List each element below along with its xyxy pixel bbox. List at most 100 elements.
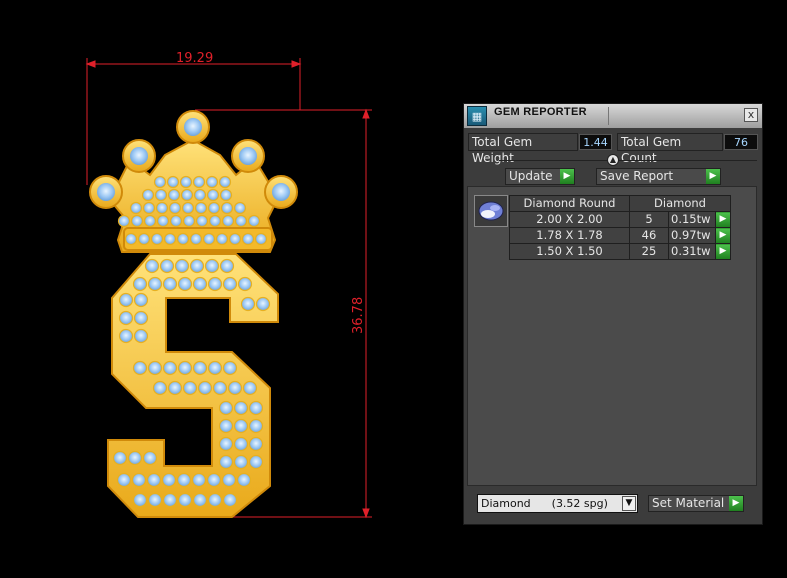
gem-stone: [222, 276, 238, 292]
gem-stone: [142, 201, 156, 215]
gem-stone: [154, 188, 168, 202]
chevron-down-icon[interactable]: ▼: [622, 496, 636, 511]
gem-stone: [207, 201, 221, 215]
gem-stone: [141, 188, 155, 202]
gem-stone: [248, 400, 264, 416]
gem-stone: [240, 296, 256, 312]
gem-stone: [127, 450, 143, 466]
gem-stone: [179, 175, 193, 189]
gem-stone: [255, 296, 271, 312]
close-button[interactable]: x: [744, 108, 758, 122]
total-gem-count-value: 76: [724, 134, 758, 150]
crown: [89, 110, 298, 253]
gem-stone: [221, 214, 235, 228]
gem-stone: [208, 214, 222, 228]
gem-weight: 0.31tw: [668, 243, 716, 260]
gem-stone: [218, 418, 234, 434]
table-row[interactable]: 1.50 X 1.50 25 0.31tw ▶: [509, 243, 731, 260]
gem-stone: [242, 380, 258, 396]
gem-stone: [143, 214, 157, 228]
row-select-icon[interactable]: ▶: [715, 243, 731, 260]
gem-stone: [233, 418, 249, 434]
gem-stone: [220, 201, 234, 215]
gem-stone: [129, 201, 143, 215]
gem-stone: [152, 380, 168, 396]
gem-stone: [233, 201, 247, 215]
gem-stone: [194, 201, 208, 215]
gem-stone: [144, 258, 160, 274]
gem-stone: [142, 450, 158, 466]
gem-stone: [116, 472, 132, 488]
gem-stone: [215, 232, 229, 246]
gem-stone: [237, 276, 253, 292]
gem-stone: [118, 328, 134, 344]
gem-stone: [202, 232, 216, 246]
gem-stone: [133, 310, 149, 326]
gem-size: 1.50 X 1.50: [509, 243, 630, 260]
gem-stone: [207, 360, 223, 376]
gem-stone: [146, 472, 162, 488]
gem-stone: [219, 258, 235, 274]
title-separator: [608, 107, 609, 125]
gem-stone: [182, 214, 196, 228]
gem-stone: [177, 276, 193, 292]
gem-stone: [189, 232, 203, 246]
gem-stone: [137, 232, 151, 246]
set-material-play-icon: ▶: [729, 496, 743, 511]
gem-stone: [192, 360, 208, 376]
save-report-play-icon: ▶: [706, 169, 720, 184]
gem-stone: [131, 472, 147, 488]
gem-stone: [147, 360, 163, 376]
gem-stone: [191, 472, 207, 488]
gem-stone: [207, 276, 223, 292]
save-report-button[interactable]: Save Report ▶: [596, 168, 721, 185]
gem-count: 25: [629, 243, 669, 260]
row-select-icon[interactable]: ▶: [715, 227, 731, 244]
gem-stone: [248, 436, 264, 452]
gem-stone: [233, 454, 249, 470]
gem-stone: [161, 472, 177, 488]
gem-stone: [192, 492, 208, 508]
gem-stone: [180, 188, 194, 202]
letter-s: [107, 253, 279, 518]
gem-stone: [182, 380, 198, 396]
gem-stone: [162, 492, 178, 508]
table-row[interactable]: 1.78 X 1.78 46 0.97tw ▶: [509, 227, 731, 244]
gem-stone: [206, 472, 222, 488]
gem-stone: [192, 276, 208, 292]
row-select-icon[interactable]: ▶: [715, 211, 731, 228]
set-material-button[interactable]: Set Material ▶: [648, 495, 744, 512]
gem-stone: [124, 232, 138, 246]
gem-stone: [197, 380, 213, 396]
gem-stone: [189, 258, 205, 274]
gem-stone: [234, 214, 248, 228]
gem-stone: [228, 232, 242, 246]
gem-stone: [133, 328, 149, 344]
gem-stone: [222, 360, 238, 376]
gem-size: 1.78 X 1.78: [509, 227, 630, 244]
gem-stone: [206, 188, 220, 202]
gem-stone: [207, 492, 223, 508]
material-select[interactable]: Diamond (3.52 spg) ▼: [477, 494, 638, 513]
gem-stone: [167, 188, 181, 202]
gem-stone: [241, 232, 255, 246]
gem-stone: [147, 276, 163, 292]
update-button[interactable]: Update ▶: [505, 168, 575, 185]
title-bar[interactable]: ▦ GEM REPORTER x: [464, 104, 762, 128]
gem-stone: [162, 276, 178, 292]
gem-stone: [176, 472, 192, 488]
diamond-round-icon[interactable]: [474, 195, 508, 227]
collapse-arrow-icon[interactable]: ▲: [607, 154, 619, 166]
gem-stone: [205, 175, 219, 189]
gem-weight: 0.15tw: [668, 211, 716, 228]
gem-stone: [130, 214, 144, 228]
gem-stone: [218, 454, 234, 470]
panel-title: GEM REPORTER: [494, 106, 587, 118]
gem-stone: [156, 214, 170, 228]
gem-size: 2.00 X 2.00: [509, 211, 630, 228]
table-row[interactable]: 2.00 X 2.00 5 0.15tw ▶: [509, 211, 731, 228]
gem-stone: [132, 492, 148, 508]
gem-stone: [176, 232, 190, 246]
gem-stone: [221, 472, 237, 488]
gem-stone: [233, 400, 249, 416]
